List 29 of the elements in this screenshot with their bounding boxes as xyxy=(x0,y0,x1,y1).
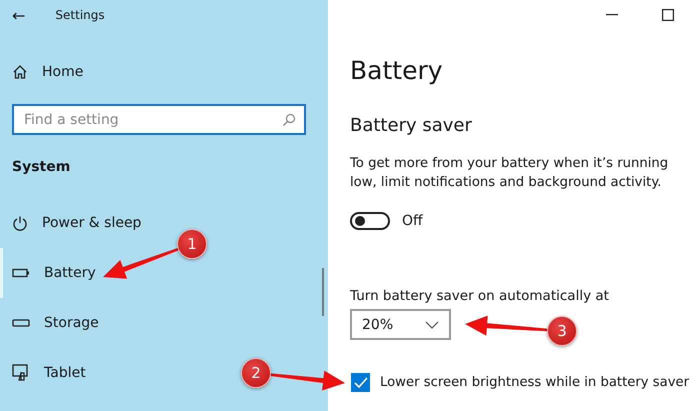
section-heading: Battery saver xyxy=(350,115,473,136)
sidebar-item[interactable]: Power & sleep xyxy=(0,198,146,248)
power-icon xyxy=(12,215,28,231)
field-label: Turn battery saver on automatically at xyxy=(350,288,610,304)
scrollbar[interactable] xyxy=(322,268,324,316)
search-field[interactable]: Find a setting xyxy=(12,104,306,135)
section-heading: System xyxy=(12,159,72,175)
maximize-icon[interactable] xyxy=(662,9,674,21)
back-button[interactable]: ← xyxy=(12,6,26,24)
home-link[interactable]: Home xyxy=(0,60,328,84)
storage-icon xyxy=(12,319,30,327)
sidebar-item[interactable]: Storage xyxy=(0,298,103,348)
sidebar-item[interactable]: Tablet xyxy=(0,348,90,398)
toggle-switch[interactable] xyxy=(350,212,390,230)
home-icon xyxy=(12,64,28,80)
page-title: Battery xyxy=(350,56,444,85)
toggle-label: Off xyxy=(402,213,423,229)
chevron-down-icon xyxy=(425,320,439,328)
checkbox[interactable] xyxy=(351,373,370,392)
minimize-icon[interactable] xyxy=(606,14,618,16)
tablet-icon xyxy=(12,364,30,382)
checkbox-label: Lower screen brightness while in battery saver xyxy=(380,375,690,390)
percent-dropdown[interactable]: 20% xyxy=(350,309,451,340)
battery-icon xyxy=(12,268,30,278)
window-title: Settings xyxy=(55,8,105,22)
number-badge: 3 xyxy=(547,316,577,346)
search-icon xyxy=(282,113,296,127)
description-text: To get more from your battery when it’s running low, limit notifications and background activity. xyxy=(350,155,670,192)
sidebar-item[interactable]: Battery xyxy=(0,248,100,298)
